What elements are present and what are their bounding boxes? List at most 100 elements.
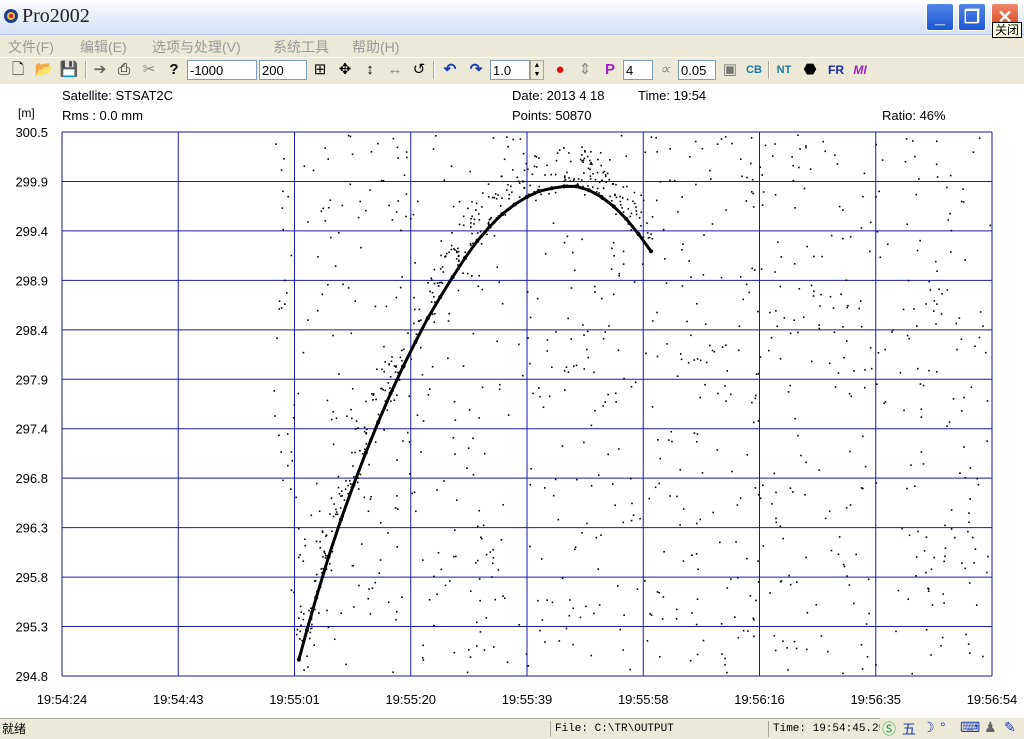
punctuation-icon[interactable]: °	[940, 719, 946, 735]
noise-point	[313, 644, 316, 647]
vertical-move-icon[interactable]: ⇕	[575, 60, 595, 80]
noise-point	[444, 255, 447, 257]
point-icon[interactable]: ⬣	[800, 60, 820, 80]
disk-icon[interactable]: ▣	[720, 60, 740, 80]
noise-point	[755, 599, 757, 602]
mi-icon[interactable]: MI	[850, 60, 870, 80]
start-value-input[interactable]	[187, 60, 257, 80]
noise-point	[739, 497, 742, 499]
new-icon[interactable]: 🗋	[8, 60, 28, 80]
noise-point	[659, 457, 662, 460]
noise-point	[493, 196, 496, 199]
noise-point	[427, 282, 429, 284]
menu-file[interactable]: 文件(F)	[8, 37, 54, 57]
maximize-button[interactable]: ❐	[958, 3, 986, 31]
noise-point	[702, 274, 705, 276]
noise-point	[757, 420, 760, 422]
noise-point	[350, 332, 353, 335]
pan-icon[interactable]: ✥	[335, 60, 355, 80]
step-spinner[interactable]: ▲ ▼	[530, 60, 544, 80]
minimize-button[interactable]: _	[926, 3, 954, 31]
tolerance-value-input[interactable]	[678, 60, 716, 80]
user-icon[interactable]: ♟	[984, 719, 997, 736]
record-dot-icon[interactable]: ●	[550, 60, 570, 80]
noise-point	[481, 288, 484, 291]
help-icon[interactable]: ?	[164, 60, 184, 80]
noise-point	[757, 581, 760, 583]
noise-point	[548, 192, 550, 195]
p-label-icon[interactable]: P	[600, 60, 620, 80]
y-tick-label: 299.4	[15, 224, 48, 239]
cut-icon[interactable]: ✂	[139, 60, 159, 80]
noise-point	[550, 366, 553, 369]
p-value-input[interactable]	[623, 60, 653, 80]
x-icon[interactable]: ∝	[655, 60, 675, 80]
noise-point	[381, 368, 383, 371]
step-value-input[interactable]	[490, 60, 530, 80]
vertical-scale-icon[interactable]: ↕	[360, 60, 380, 80]
fr-icon[interactable]: FR	[826, 60, 846, 80]
noise-point	[454, 453, 456, 455]
noise-point	[334, 513, 337, 516]
noise-point	[847, 304, 849, 307]
noise-point	[566, 235, 569, 238]
noise-point	[956, 348, 958, 351]
noise-point	[546, 599, 548, 601]
range-value-input[interactable]	[259, 60, 307, 80]
noise-point	[748, 291, 751, 294]
noise-point	[384, 404, 386, 406]
noise-point	[779, 525, 782, 527]
menu-help[interactable]: 帮助(H)	[352, 37, 399, 57]
horizontal-scale-icon[interactable]: ↔	[385, 60, 405, 80]
noise-point	[479, 631, 482, 633]
noise-point	[359, 200, 362, 203]
noise-point	[952, 398, 955, 400]
noise-point	[968, 652, 971, 654]
noise-point	[601, 179, 603, 182]
noise-point	[717, 392, 719, 395]
noise-point	[699, 396, 702, 399]
noise-point	[511, 191, 513, 193]
noise-point	[633, 281, 636, 283]
cb-icon[interactable]: CB	[744, 60, 764, 80]
noise-point	[936, 303, 938, 305]
noise-point	[295, 496, 297, 499]
scatter-plot[interactable]: 19:54:24 19:54:43 19:55:01 19:55:20 19:55:39…	[0, 84, 1024, 718]
print-icon[interactable]: ⎙	[114, 60, 134, 80]
noise-point	[301, 639, 303, 642]
zoom-fit-icon[interactable]: ⊞	[310, 60, 330, 80]
noise-point	[284, 279, 286, 282]
noise-point	[501, 197, 503, 199]
noise-point	[533, 165, 536, 168]
moon-icon[interactable]: ☽	[922, 719, 935, 736]
redo-icon[interactable]: ↷	[466, 60, 486, 80]
undo-icon[interactable]: ↶	[440, 60, 460, 80]
noise-point	[726, 671, 728, 674]
keyboard-icon[interactable]: ⌨	[960, 719, 980, 736]
noise-point	[973, 562, 975, 564]
menu-tools[interactable]: 系统工具	[273, 37, 329, 57]
noise-point	[324, 554, 327, 557]
noise-point	[615, 196, 618, 199]
open-icon[interactable]: 📂	[34, 60, 54, 80]
nt-icon[interactable]: NT	[774, 60, 794, 80]
y-tick-label: 298.9	[15, 273, 48, 288]
noise-point	[615, 401, 617, 403]
ime-wubi-icon[interactable]: 五	[902, 719, 916, 739]
ime-icon[interactable]: Ⓢ	[882, 719, 896, 739]
rotate-icon[interactable]: ↺	[409, 60, 429, 80]
noise-point	[552, 494, 555, 497]
noise-point	[351, 451, 353, 454]
menu-options[interactable]: 选项与处理(V)	[152, 37, 241, 57]
save-icon[interactable]: 💾	[59, 60, 79, 80]
noise-point	[805, 145, 807, 147]
menu-edit[interactable]: 编辑(E)	[80, 37, 127, 57]
noise-point	[688, 260, 690, 262]
forward-icon[interactable]: ➔	[90, 60, 110, 80]
noise-point	[487, 183, 490, 185]
wrench-icon[interactable]: ✎	[1004, 719, 1016, 736]
noise-point	[586, 155, 589, 158]
data-point	[304, 628, 309, 633]
noise-point	[550, 173, 552, 176]
noise-point	[881, 159, 884, 161]
